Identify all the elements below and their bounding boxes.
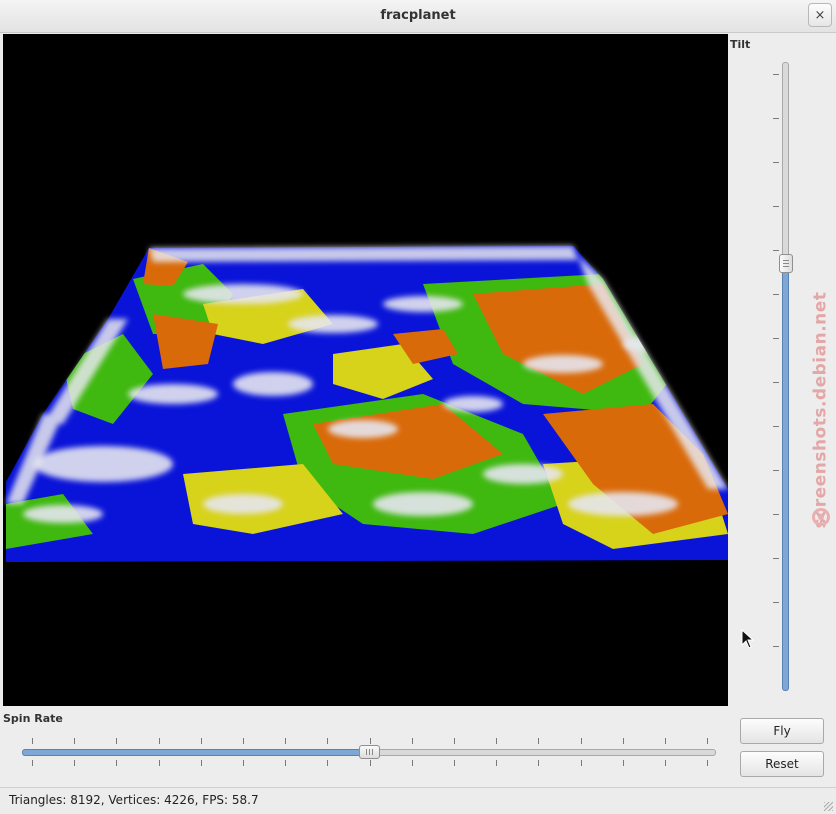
spin-rate-tick [116, 760, 118, 766]
spin-rate-tick [707, 760, 709, 766]
spin-rate-tick [116, 738, 118, 744]
fly-button[interactable]: Fly [740, 718, 824, 744]
tilt-tick [773, 514, 779, 515]
terrain-viewport[interactable] [3, 34, 728, 706]
window-title: fracplanet [380, 8, 456, 23]
status-text: Triangles: 8192, Vertices: 4226, FPS: 58… [9, 793, 259, 807]
spin-rate-tick [285, 738, 287, 744]
spin-rate-tick [665, 738, 666, 744]
title-bar: fracplanet × [0, 0, 836, 33]
spin-rate-tick [369, 738, 371, 744]
spin-rate-tick [32, 760, 33, 766]
spin-rate-tick [665, 760, 666, 766]
spin-rate-slider-track[interactable] [370, 749, 716, 756]
tilt-slider-fill[interactable] [782, 262, 789, 691]
spin-rate-tick [580, 760, 582, 766]
tilt-tick [773, 206, 779, 207]
tilt-tick [773, 382, 779, 383]
spin-rate-tick [580, 738, 582, 744]
spin-rate-tick [74, 760, 76, 766]
tilt-slider-track[interactable] [782, 62, 789, 263]
mouse-pointer-icon [741, 629, 755, 649]
tilt-tick [773, 250, 779, 251]
tilt-tick [773, 602, 779, 603]
spin-rate-tick [496, 738, 498, 744]
close-icon: × [814, 7, 826, 23]
spin-rate-slider[interactable] [22, 738, 717, 768]
spin-rate-tick [454, 738, 455, 744]
spin-rate-tick [454, 760, 455, 766]
spin-rate-tick [158, 760, 160, 766]
spin-rate-tick [327, 738, 329, 744]
tilt-tick [773, 118, 779, 119]
spin-rate-tick [411, 760, 413, 766]
tilt-tick [773, 294, 779, 295]
spin-rate-tick [200, 760, 202, 766]
tilt-label: Tilt [730, 38, 751, 51]
watermark: screenshots.debian.net [790, 290, 836, 530]
spin-rate-tick [200, 738, 202, 744]
spin-rate-tick [707, 738, 709, 744]
status-bar: Triangles: 8192, Vertices: 4226, FPS: 58… [0, 787, 836, 814]
reset-button[interactable]: Reset [740, 751, 824, 777]
tilt-tick [773, 558, 779, 559]
spin-rate-label: Spin Rate [3, 712, 63, 725]
spin-rate-tick [327, 760, 329, 766]
spin-rate-tick [622, 760, 624, 766]
terrain-render [6, 246, 728, 562]
tilt-tick [773, 646, 779, 647]
tilt-tick [773, 74, 779, 75]
tilt-tick [773, 338, 779, 339]
spin-rate-tick [74, 738, 76, 744]
spin-rate-slider-fill[interactable] [22, 749, 371, 756]
spin-rate-tick [496, 760, 498, 766]
debian-swirl-icon [812, 508, 830, 526]
spin-rate-tick [369, 760, 371, 766]
spin-rate-tick [32, 738, 33, 744]
tilt-tick [773, 470, 779, 471]
tilt-slider-handle[interactable] [779, 254, 793, 273]
spin-rate-slider-handle[interactable] [359, 745, 380, 759]
spin-rate-tick [538, 738, 540, 744]
spin-rate-tick [243, 760, 244, 766]
spin-rate-tick [622, 738, 624, 744]
watermark-text: screenshots.debian.net [810, 291, 830, 529]
tilt-tick [773, 162, 779, 163]
tilt-tick [773, 426, 779, 427]
resize-grip[interactable] [824, 802, 833, 811]
spin-rate-tick [538, 760, 540, 766]
spin-rate-tick [411, 738, 413, 744]
spin-rate-tick [158, 738, 160, 744]
spin-rate-tick [243, 738, 244, 744]
spin-rate-tick [285, 760, 287, 766]
close-button[interactable]: × [808, 3, 832, 27]
